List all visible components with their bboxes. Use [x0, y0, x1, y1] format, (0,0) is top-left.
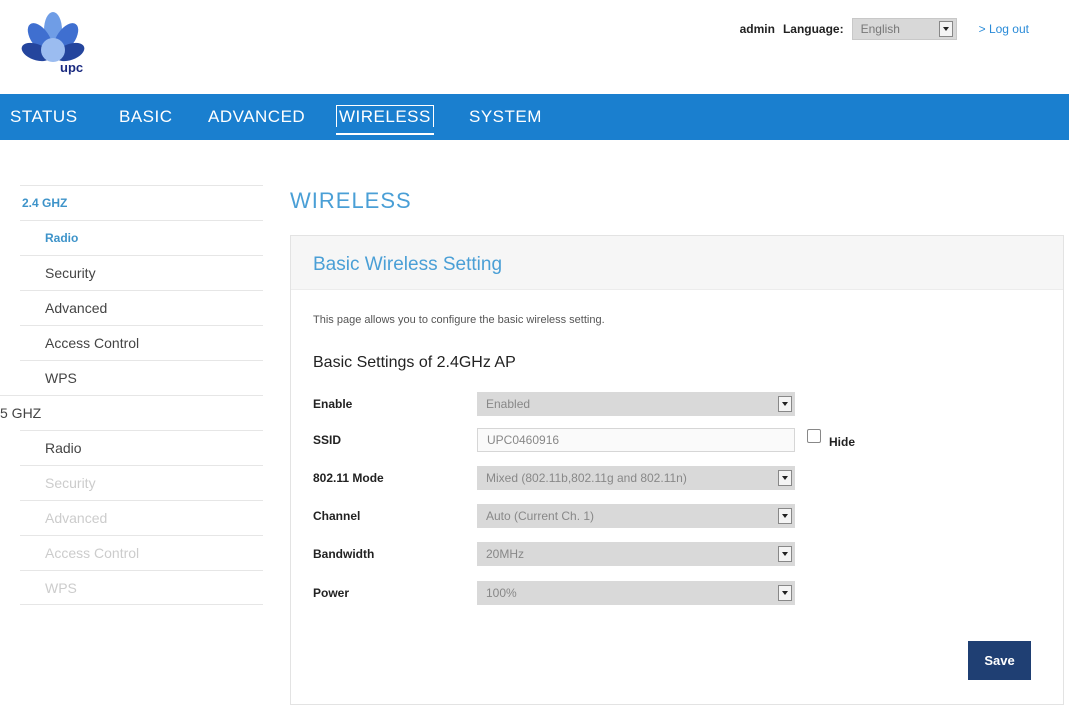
sidebar-item-radio-5ghz[interactable]: Radio: [20, 430, 263, 465]
language-value: English: [860, 22, 900, 36]
sidebar-item-security-5ghz: Security: [20, 465, 263, 500]
bandwidth-select[interactable]: 20MHz: [477, 542, 795, 566]
hide-ssid-checkbox[interactable]: [807, 429, 821, 443]
chevron-down-icon[interactable]: [778, 546, 792, 562]
username: admin: [739, 22, 775, 36]
nav-system[interactable]: SYSTEM: [469, 94, 542, 140]
hide-ssid-label: Hide: [829, 435, 856, 449]
ssid-input[interactable]: UPC0460916: [477, 428, 795, 452]
sidebar-item-wps[interactable]: WPS: [20, 360, 263, 395]
logout-link[interactable]: > Log out: [979, 22, 1029, 36]
chevron-down-icon[interactable]: [778, 396, 792, 412]
section-title: Basic Settings of 2.4GHz AP: [313, 354, 516, 371]
sidebar-item-wps-5ghz: WPS: [20, 570, 263, 605]
enable-row: Enable Enabled: [313, 392, 1053, 416]
top-bar: admin Language: English > Log out: [740, 18, 1029, 40]
mode-select[interactable]: Mixed (802.11b,802.11g and 802.11n): [477, 466, 795, 490]
chevron-down-icon[interactable]: [778, 470, 792, 486]
sidebar: 2.4 GHZ Radio Security Advanced Access C…: [0, 185, 263, 605]
save-button[interactable]: Save: [968, 641, 1031, 680]
sidebar-item-access-control[interactable]: Access Control: [20, 325, 263, 360]
sidebar-item-security[interactable]: Security: [20, 255, 263, 290]
sidebar-section-5ghz[interactable]: 5 GHZ: [0, 395, 263, 430]
panel-title: Basic Wireless Setting: [313, 254, 503, 275]
bandwidth-row: Bandwidth 20MHz: [313, 542, 1053, 566]
enable-select[interactable]: Enabled: [477, 392, 795, 416]
sidebar-item-radio[interactable]: Radio: [20, 220, 263, 255]
ssid-label: SSID: [313, 433, 342, 447]
chevron-down-icon[interactable]: [938, 21, 953, 37]
ssid-row: SSID UPC0460916 Hide: [313, 428, 1053, 452]
sidebar-item-access-control-5ghz: Access Control: [20, 535, 263, 570]
nav-basic[interactable]: BASIC: [119, 94, 173, 140]
power-label: Power: [313, 586, 350, 600]
mode-row: 802.11 Mode Mixed (802.11b,802.11g and 8…: [313, 466, 1053, 490]
page-title: WIRELESS: [290, 188, 412, 213]
nav-status[interactable]: STATUS: [10, 94, 78, 140]
nav-wireless[interactable]: WIRELESS: [336, 94, 434, 140]
language-label: Language:: [782, 22, 844, 36]
logo-text: upc: [60, 60, 84, 75]
channel-row: Channel Auto (Current Ch. 1): [313, 504, 1053, 528]
sidebar-section-2-4ghz[interactable]: 2.4 GHZ: [20, 185, 263, 220]
bandwidth-label: Bandwidth: [313, 547, 375, 561]
power-select[interactable]: 100%: [477, 581, 795, 605]
sidebar-item-advanced[interactable]: Advanced: [20, 290, 263, 325]
enable-label: Enable: [313, 397, 353, 411]
main-nav: STATUS BASIC ADVANCED WIRELESS SYSTEM: [0, 94, 1069, 140]
channel-select[interactable]: Auto (Current Ch. 1): [477, 504, 795, 528]
power-row: Power 100%: [313, 581, 1053, 605]
language-select[interactable]: English: [851, 18, 957, 40]
page-description: This page allows you to configure the ba…: [313, 314, 605, 326]
chevron-down-icon[interactable]: [778, 508, 792, 524]
settings-panel: Basic Wireless Setting This page allows …: [290, 235, 1064, 705]
chevron-down-icon[interactable]: [778, 585, 792, 601]
mode-label: 802.11 Mode: [313, 471, 384, 485]
sidebar-item-advanced-5ghz: Advanced: [20, 500, 263, 535]
nav-advanced[interactable]: ADVANCED: [208, 94, 305, 140]
channel-label: Channel: [313, 509, 361, 523]
